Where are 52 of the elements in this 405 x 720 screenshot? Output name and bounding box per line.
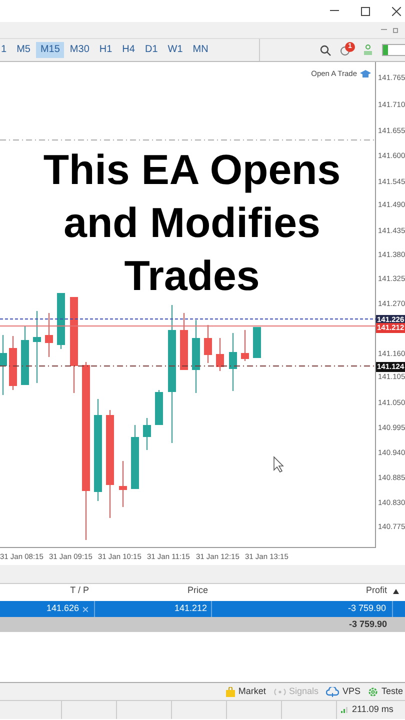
table-cell-text: 141.626 [46,602,79,616]
candle [216,338,224,372]
candle [57,292,65,350]
signal-icon[interactable] [274,688,286,696]
timeframe-button[interactable]: M30 [66,42,94,58]
candle [241,330,249,362]
column-header[interactable]: Price [187,585,208,595]
ping-time: 211.09 ms [352,703,394,716]
timeframe-button[interactable]: MN [188,42,212,58]
column-header[interactable]: T / P [70,585,89,595]
candle [0,334,7,396]
bottom-tab[interactable]: Teste [381,684,403,698]
maximize-icon[interactable] [361,6,370,16]
candle [229,332,237,392]
graduation-cap-icon[interactable] [360,70,371,78]
timeframe-button[interactable]: 1 [0,42,11,58]
mouse-cursor-icon [274,456,284,473]
candle [45,312,53,358]
candle [21,326,29,386]
minimize-icon[interactable] [330,10,339,12]
timeframe-button[interactable]: D1 [140,42,162,58]
cloud-icon[interactable] [326,686,340,696]
candle [119,460,127,508]
candle [204,324,212,364]
trade-row[interactable]: 141.626 141.212 -3 759.90 [0,601,405,617]
level-meter [382,44,405,56]
search-icon[interactable] [320,44,331,56]
candle [9,336,17,390]
timeframe-button[interactable]: H1 [95,42,116,58]
total-profit: -3 759.90 [0,617,405,632]
close-icon[interactable] [392,6,401,16]
shopping-bag-icon[interactable] [226,686,236,696]
restore-icon[interactable] [393,27,399,33]
table-cell-text: 141.212 [174,602,207,616]
column-header[interactable]: Profit [366,585,387,595]
timeframe-button[interactable]: W1 [164,42,187,58]
timeframe-button[interactable]: M15 [36,42,64,58]
signal-strength-icon [341,707,348,713]
candle [143,418,151,450]
bottom-tab[interactable]: VPS [342,684,360,698]
candle [155,390,163,426]
candle [180,312,188,370]
gear-icon[interactable] [368,686,378,696]
candle [131,424,139,490]
bottom-tab[interactable]: Market [238,684,266,698]
timeframe-button[interactable]: M5 [12,42,34,58]
table-cell-text: -3 759.90 [348,602,386,616]
sort-arrow-icon[interactable] [393,589,399,594]
candle [253,326,261,358]
caption-text: This EA Opens and Modifies Trades [42,145,342,301]
timeframe-button[interactable]: H4 [118,42,139,58]
level-icon[interactable] [363,44,373,56]
